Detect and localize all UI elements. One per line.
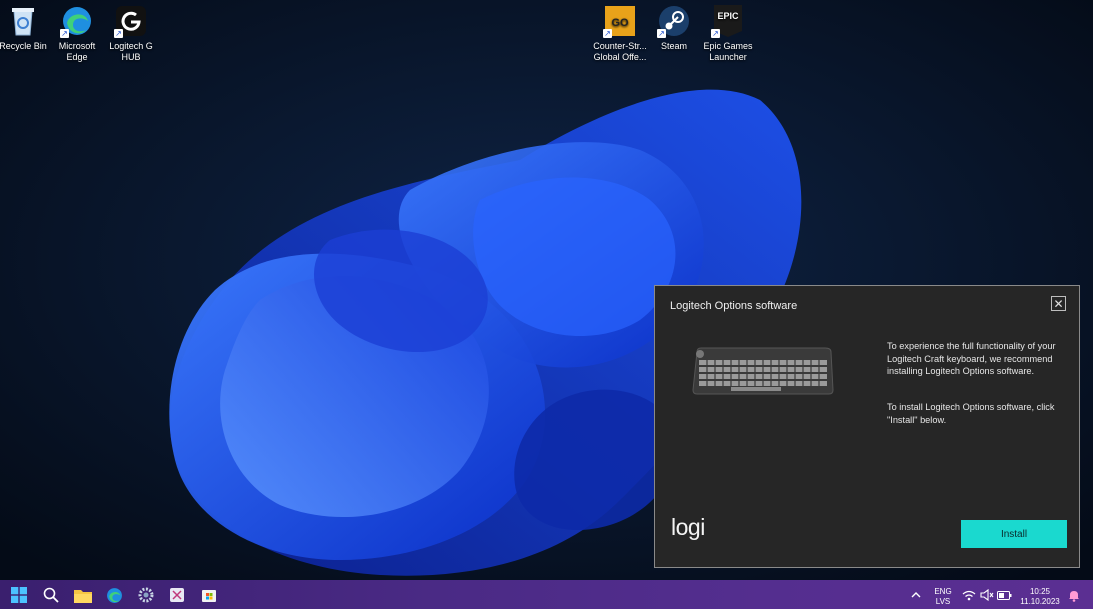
search-icon[interactable] [41, 585, 61, 605]
shortcut-arrow-icon: ↗ [711, 29, 720, 38]
snipping-tool-icon[interactable] [167, 585, 187, 605]
steam-icon: ↗ [657, 4, 691, 38]
keyboard-image [692, 347, 834, 395]
edge-icon[interactable] [104, 585, 124, 605]
desktop-icon-label: Logitech G HUB [109, 41, 153, 62]
battery-icon[interactable] [994, 585, 1014, 605]
dialog-title: Logitech Options software [670, 300, 798, 312]
wifi-icon[interactable] [959, 585, 979, 605]
clock-time: 10:25 [1029, 587, 1051, 596]
desktop-icon-label: Counter-Str... Global Offe... [593, 41, 647, 62]
store-icon[interactable] [199, 585, 219, 605]
svg-text:GO: GO [611, 17, 629, 29]
shortcut-arrow-icon: ↗ [657, 29, 666, 38]
shortcut-arrow-icon: ↗ [603, 29, 612, 38]
csgo-icon: GO ↗ [603, 4, 637, 38]
logitech-g-icon: ↗ [114, 4, 148, 38]
dialog-message: To experience the full functionality of … [887, 341, 1056, 376]
epic-games-icon: EPIC ↗ [711, 4, 745, 38]
dialog-instructions: To install Logitech Options software, cl… [887, 402, 1055, 425]
close-icon: ✕ [1053, 296, 1064, 311]
desktop-icon-steam[interactable]: ↗ Steam [647, 2, 701, 52]
install-button[interactable]: Install [961, 520, 1067, 548]
desktop-icon-label: Microsoft Edge [58, 41, 96, 62]
keyboard-layout: LVS [935, 597, 951, 606]
language-indicator[interactable]: ENG LVS [929, 587, 957, 607]
desktop-icon-label: Recycle Bin [0, 41, 47, 51]
file-explorer-icon[interactable] [73, 585, 93, 605]
desktop-icon-recycle-bin[interactable]: Recycle Bin [0, 2, 50, 52]
svg-text:EPIC: EPIC [717, 11, 739, 21]
desktop-icon-epic-games[interactable]: EPIC ↗ Epic Games Launcher [701, 2, 755, 63]
desktop-icon-label: Epic Games Launcher [703, 41, 753, 62]
shortcut-arrow-icon: ↗ [114, 29, 123, 38]
edge-icon: ↗ [60, 4, 94, 38]
desktop-icon-label: Steam [660, 41, 687, 51]
language-code: ENG [934, 587, 952, 596]
chevron-up-icon[interactable] [906, 585, 926, 605]
clock-date: 11.10.2023 [1020, 597, 1060, 606]
taskbar: ENG LVS 10:25 11.10.2023 [0, 580, 1093, 609]
logi-logo: logi [671, 514, 705, 540]
desktop-icon-edge[interactable]: ↗ Microsoft Edge [50, 2, 104, 63]
logitech-options-dialog: Logitech Options software ✕ To experienc… [654, 285, 1080, 568]
desktop-icon-logitech-g-hub[interactable]: ↗ Logitech G HUB [104, 2, 158, 63]
notification-bell-icon[interactable] [1064, 585, 1084, 605]
start-icon[interactable] [9, 585, 29, 605]
shortcut-arrow-icon: ↗ [60, 29, 69, 38]
clock[interactable]: 10:25 11.10.2023 [1018, 587, 1062, 607]
settings-icon[interactable] [136, 585, 156, 605]
recycle-bin-icon [6, 4, 40, 38]
close-button[interactable]: ✕ [1051, 296, 1066, 311]
desktop-icon-csgo[interactable]: GO ↗ Counter-Str... Global Offe... [593, 2, 647, 63]
